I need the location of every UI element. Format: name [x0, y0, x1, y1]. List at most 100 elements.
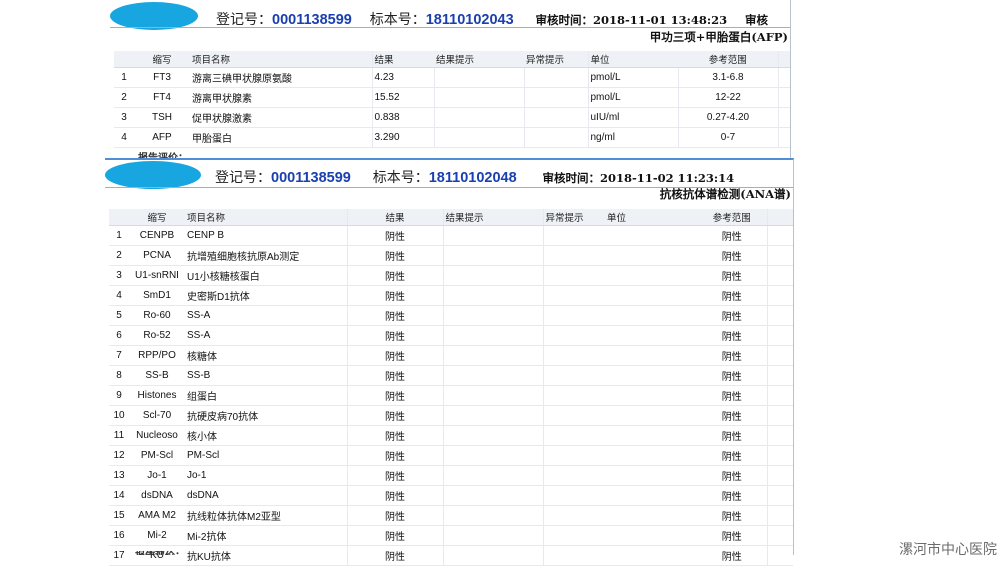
abnormal-cell — [542, 365, 605, 386]
name-cell: SS-A — [185, 325, 347, 346]
range-cell: 0.27-4.20 — [677, 107, 778, 128]
header-divider — [110, 27, 790, 28]
result-cell: 阴性 — [346, 405, 443, 426]
abnormal-cell — [542, 465, 605, 486]
table-row[interactable]: 8 SS-B SS-B 阴性 阴性 — [109, 365, 793, 386]
spare-cell — [766, 245, 793, 266]
result-hint-cell — [442, 265, 543, 286]
name-cell: SS-B — [185, 365, 347, 386]
col-name: 项目名称 — [190, 51, 372, 68]
table-row[interactable]: 11 Nucleoso 核小体 阴性 阴性 — [109, 425, 793, 446]
unit-cell: ng/ml — [587, 127, 678, 148]
abbr-cell: RPP/PO — [129, 345, 185, 366]
spare-cell — [766, 465, 793, 486]
unit-cell — [605, 465, 697, 486]
table-row[interactable]: 4 SmD1 史密斯D1抗体 阴性 阴性 — [109, 285, 793, 306]
name-cell: 游离甲状腺素 — [190, 87, 372, 108]
row-number: 16 — [109, 525, 129, 546]
abnormal-cell — [542, 445, 605, 466]
result-cell: 3.290 — [371, 127, 434, 148]
range-cell: 阴性 — [697, 245, 767, 266]
result-cell: 阴性 — [346, 465, 443, 486]
col-abbr: 缩写 — [129, 209, 185, 226]
table-row[interactable]: 5 Ro-60 SS-A 阴性 阴性 — [109, 305, 793, 326]
name-cell: PM-Scl — [185, 445, 347, 466]
unit-cell — [605, 525, 697, 546]
table-row[interactable]: 12 PM-Scl PM-Scl 阴性 阴性 — [109, 445, 793, 466]
name-cell: 促甲状腺激素 — [190, 107, 372, 128]
name-cell: U1小核糖核蛋白 — [185, 265, 347, 286]
table-row[interactable]: 16 Mi-2 Mi-2抗体 阴性 阴性 — [109, 525, 793, 546]
table-row[interactable]: 2 PCNA 抗增殖细胞核抗原Ab测定 阴性 阴性 — [109, 245, 793, 266]
abnormal-cell — [542, 425, 605, 446]
registration-number: 0001138599 — [272, 12, 352, 28]
table-row[interactable]: 9 Histones 组蛋白 阴性 阴性 — [109, 385, 793, 406]
result-cell: 阴性 — [346, 385, 443, 406]
table-row[interactable]: 3 U1-snRNI U1小核糖核蛋白 阴性 阴性 — [109, 265, 793, 286]
result-cell: 4.23 — [371, 67, 434, 88]
range-cell: 阴性 — [697, 385, 767, 406]
spare-cell — [766, 405, 793, 426]
results-table: 缩写 项目名称 结果 结果提示 异常提示 单位 参考范围 1 FT3 游离三碘甲… — [114, 51, 790, 148]
table-row[interactable]: 2 FT4 游离甲状腺素 15.52 pmol/L 12-22 — [114, 87, 790, 108]
col-abbr: 缩写 — [134, 51, 190, 68]
review-time-label: 审核时间： — [535, 13, 594, 27]
table-row[interactable]: 7 RPP/PO 核糖体 阴性 阴性 — [109, 345, 793, 366]
abnormal-cell — [542, 325, 605, 346]
result-hint-cell — [442, 485, 543, 506]
table-row[interactable]: 1 FT3 游离三碘甲状腺原氨酸 4.23 pmol/L 3.1-6.8 — [114, 67, 790, 88]
row-number: 13 — [109, 465, 129, 486]
result-hint-cell — [442, 365, 543, 386]
table-row[interactable]: 6 Ro-52 SS-A 阴性 阴性 — [109, 325, 793, 346]
spare-cell — [766, 265, 793, 286]
spare-cell — [766, 445, 793, 466]
result-hint-cell — [442, 425, 543, 446]
review-time: 2018-11-01 13:48:23 — [593, 13, 728, 27]
table-row[interactable]: 3 TSH 促甲状腺激素 0.838 uIU/ml 0.27-4.20 — [114, 107, 790, 128]
name-cell: 组蛋白 — [185, 385, 347, 406]
report-panel-ana: 登记号：0001138599 标本号：18110102048 审核时间：2018… — [105, 158, 794, 566]
row-number: 7 — [109, 345, 129, 366]
result-cell: 阴性 — [346, 425, 443, 446]
range-cell: 阴性 — [697, 525, 767, 546]
name-cell: Mi-2抗体 — [185, 525, 347, 546]
abbr-cell: FT3 — [134, 67, 190, 88]
name-cell: Jo-1 — [185, 465, 347, 486]
spare-cell — [766, 225, 793, 246]
abnormal-cell — [542, 485, 605, 506]
ana-table-body: 1 CENPB CENP B 阴性 阴性 2 PCNA 抗增殖细胞核抗原Ab测定 阴性 阴性 3 U1… — [109, 225, 793, 566]
abnormal-cell — [542, 265, 605, 286]
col-abnormal: 异常提示 — [542, 209, 605, 226]
result-hint-cell — [442, 445, 543, 466]
table-row[interactable]: 15 AMA M2 抗线粒体抗体M2亚型 阴性 阴性 — [109, 505, 793, 526]
row-number: 9 — [109, 385, 129, 406]
row-number: 1 — [109, 225, 129, 246]
abbr-cell: PCNA — [129, 245, 185, 266]
name-cell: 核糖体 — [185, 345, 347, 366]
abnormal-cell — [542, 525, 605, 546]
abbr-cell: CENPB — [129, 225, 185, 246]
name-cell: 抗硬皮病70抗体 — [185, 405, 347, 426]
table-row[interactable]: 4 AFP 甲胎蛋白 3.290 ng/ml 0-7 — [114, 127, 790, 148]
abbr-cell: AMA M2 — [129, 505, 185, 526]
col-result-hint: 结果提示 — [434, 51, 524, 68]
table-row[interactable]: 10 Scl-70 抗硬皮病70抗体 阴性 阴性 — [109, 405, 793, 426]
row-number: 11 — [109, 425, 129, 446]
abbr-cell: TSH — [134, 107, 190, 128]
unit-cell: uIU/ml — [587, 107, 678, 128]
table-row[interactable]: 13 Jo-1 Jo-1 阴性 阴性 — [109, 465, 793, 486]
col-result-hint: 结果提示 — [442, 209, 543, 226]
table-row[interactable]: 14 dsDNA dsDNA 阴性 阴性 — [109, 485, 793, 506]
review-cut-label: 审核 — [745, 13, 768, 27]
row-number: 10 — [109, 405, 129, 426]
row-number: 15 — [109, 505, 129, 526]
col-index — [109, 209, 129, 226]
table-row[interactable]: 1 CENPB CENP B 阴性 阴性 — [109, 225, 793, 246]
range-cell: 阴性 — [697, 505, 767, 526]
result-hint-cell — [442, 245, 543, 266]
abbr-cell: Ro-60 — [129, 305, 185, 326]
specimen-label: 标本号： — [372, 169, 429, 185]
name-cell: 史密斯D1抗体 — [185, 285, 347, 306]
report-header: 登记号：0001138599 标本号：18110102043 审核时间：2018… — [216, 9, 768, 29]
result-cell: 阴性 — [346, 325, 443, 346]
